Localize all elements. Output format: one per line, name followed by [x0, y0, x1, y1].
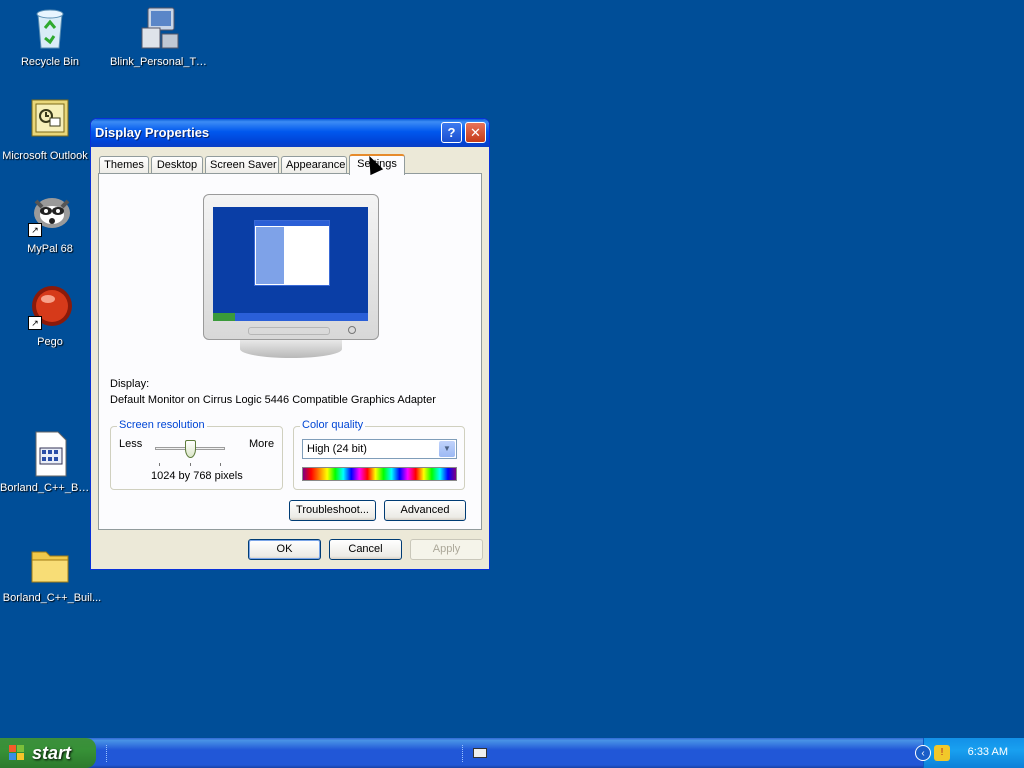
- resolution-less-label: Less: [119, 438, 143, 450]
- start-button[interactable]: start: [0, 738, 96, 768]
- windows-logo-icon: [9, 745, 25, 761]
- system-tray: ‹ ! 6:33 AM: [915, 738, 1024, 768]
- taskbar-grip[interactable]: [462, 745, 466, 762]
- desktop-icon-mypal[interactable]: ↗ MyPal 68: [0, 191, 100, 255]
- red-orb-icon: ↗: [26, 284, 74, 332]
- display-adapter-value: Default Monitor on Cirrus Logic 5446 Com…: [110, 394, 436, 406]
- monitor-stand: [240, 340, 342, 358]
- color-quality-select[interactable]: High (24 bit) ▼: [302, 439, 457, 459]
- slider-tick: [190, 463, 191, 466]
- screen-resolution-group: Screen resolution Less More 1024 by 768 …: [110, 419, 283, 490]
- tab-desktop[interactable]: Desktop: [151, 156, 203, 174]
- monitor-slot: [248, 327, 330, 335]
- desktop-icon-blink[interactable]: Blink_Personal_Trial: [110, 4, 210, 68]
- slider-tick: [220, 463, 221, 466]
- slider-tick: [159, 463, 160, 466]
- color-spectrum-bar: [302, 467, 457, 481]
- desktop-icon-label: Borland_C++_Buil...: [2, 592, 102, 604]
- apply-button[interactable]: Apply: [410, 539, 483, 560]
- ok-button[interactable]: OK: [248, 539, 321, 560]
- keyboard-icon[interactable]: [473, 748, 487, 758]
- close-button[interactable]: ✕: [465, 122, 486, 143]
- desktop-icon-label: Pego: [37, 336, 63, 348]
- desktop-icon-recycle-bin[interactable]: Recycle Bin: [0, 4, 100, 68]
- chevron-down-icon[interactable]: ▼: [439, 441, 455, 457]
- desktop-icon-label: Blink_Personal_Trial: [110, 56, 210, 68]
- mini-start-preview: [213, 313, 235, 321]
- mini-window-preview: [254, 220, 330, 286]
- settings-panel: Display: Default Monitor on Cirrus Logic…: [98, 173, 482, 530]
- monitor-power-knob: [348, 326, 356, 334]
- screen-resolution-title: Screen resolution: [117, 419, 207, 431]
- raccoon-icon: ↗: [26, 191, 74, 239]
- resolution-value-text: 1024 by 768 pixels: [151, 470, 243, 482]
- monitor-preview: [203, 194, 379, 340]
- display-properties-window: Display Properties ? ✕ Themes Desktop Sc…: [90, 118, 490, 570]
- cancel-button[interactable]: Cancel: [329, 539, 402, 560]
- desktop-icon-borland-folder[interactable]: Borland_C++_Buil...: [0, 540, 101, 604]
- tab-screen-saver[interactable]: Screen Saver: [205, 156, 279, 174]
- monitor-screen: [213, 207, 368, 321]
- shortcut-arrow-icon: ↗: [28, 223, 42, 237]
- start-label: start: [32, 743, 72, 763]
- resolution-slider-thumb[interactable]: [185, 440, 196, 458]
- desktop-icon-borland-doc[interactable]: Borland_C++_Bui...: [0, 430, 100, 494]
- window-title: Display Properties: [95, 125, 210, 140]
- desktop-icon-label: Borland_C++_Bui...: [0, 482, 90, 494]
- security-shield-icon[interactable]: !: [934, 745, 950, 761]
- mini-taskbar-preview: [213, 313, 368, 321]
- color-quality-title: Color quality: [300, 419, 366, 431]
- advanced-button[interactable]: Advanced: [384, 500, 466, 521]
- computer-icon: [136, 4, 184, 52]
- desktop-icon-label: Recycle Bin: [20, 56, 80, 68]
- troubleshoot-button[interactable]: Troubleshoot...: [289, 500, 376, 521]
- chevron-left-icon[interactable]: ‹: [915, 745, 931, 761]
- help-button[interactable]: ?: [441, 122, 462, 143]
- folder-icon: [26, 540, 74, 588]
- window-body: Themes Desktop Screen Saver Appearance S…: [94, 147, 486, 566]
- display-label: Display:: [110, 378, 150, 390]
- outlook-icon: [26, 98, 74, 146]
- taskbar-grip[interactable]: [106, 745, 110, 762]
- shortcut-arrow-icon: ↗: [28, 316, 42, 330]
- desktop-icon-label: MyPal 68: [27, 243, 73, 255]
- tab-themes[interactable]: Themes: [99, 156, 149, 174]
- desktop-icon-pego[interactable]: ↗ Pego: [0, 284, 100, 348]
- recycle-bin-icon: [26, 4, 74, 52]
- tab-appearance[interactable]: Appearance: [281, 156, 347, 174]
- desktop-icon-label: Microsoft Outlook: [2, 150, 88, 162]
- taskbar: start ‹ ! 6:33 AM: [0, 738, 1024, 768]
- clock[interactable]: 6:33 AM: [968, 746, 1008, 758]
- resolution-more-label: More: [249, 438, 275, 450]
- color-quality-value: High (24 bit): [307, 443, 367, 455]
- title-bar[interactable]: Display Properties ? ✕: [91, 119, 489, 147]
- document-icon: [26, 430, 74, 478]
- desktop-icon-outlook[interactable]: Microsoft Outlook: [0, 98, 100, 162]
- color-quality-group: Color quality High (24 bit) ▼: [293, 419, 465, 490]
